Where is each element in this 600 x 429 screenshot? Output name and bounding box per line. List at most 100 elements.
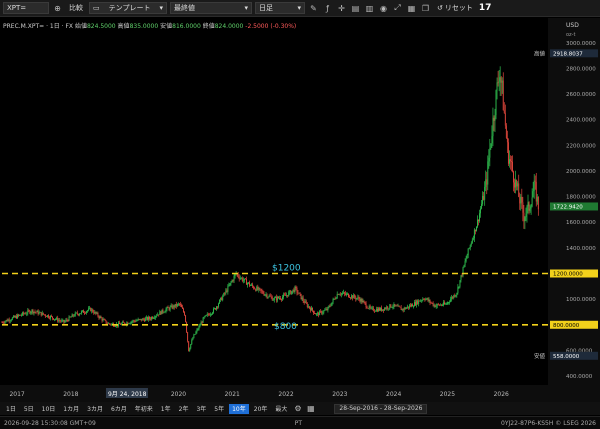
candle-body bbox=[468, 247, 470, 249]
candle-body bbox=[22, 312, 24, 315]
candle-body bbox=[46, 315, 48, 317]
candle-body bbox=[529, 208, 531, 211]
candle-body bbox=[305, 301, 307, 304]
candle-body bbox=[160, 311, 162, 315]
candle-body bbox=[277, 296, 279, 299]
candle-body bbox=[162, 309, 164, 313]
candle-body bbox=[201, 322, 203, 324]
candle-body bbox=[505, 125, 507, 138]
candle-body bbox=[70, 316, 72, 318]
candle-body bbox=[135, 320, 137, 322]
candle-body bbox=[183, 308, 184, 313]
x-tick-label: 2021 bbox=[225, 391, 240, 398]
candle-body bbox=[515, 179, 517, 188]
candle-body bbox=[295, 286, 297, 289]
candle-body bbox=[60, 320, 62, 322]
range-button-8[interactable]: 2年 bbox=[176, 404, 192, 414]
range-button-13[interactable]: 最大 bbox=[272, 404, 290, 414]
range-button-12[interactable]: 20年 bbox=[251, 404, 271, 414]
candle-body bbox=[240, 277, 242, 279]
candle-body bbox=[439, 304, 441, 306]
candle-body bbox=[2, 322, 4, 324]
candle-body bbox=[477, 219, 478, 227]
range-button-5[interactable]: 6カ月 bbox=[108, 404, 130, 414]
candle-body bbox=[181, 304, 182, 308]
candle-body bbox=[7, 319, 9, 322]
range-button-3[interactable]: 1カ月 bbox=[60, 404, 82, 414]
price-chart[interactable]: USDoz-t400.0000600.0000800.00001000.0000… bbox=[0, 0, 600, 402]
range-button-10[interactable]: 5年 bbox=[211, 404, 227, 414]
candle-body bbox=[214, 308, 215, 310]
candle-body bbox=[195, 331, 197, 335]
candle-body bbox=[90, 307, 92, 312]
candle-body bbox=[224, 293, 226, 294]
candle-body bbox=[537, 196, 539, 210]
candle-body bbox=[402, 308, 404, 311]
time-axis-panel bbox=[0, 385, 600, 402]
candle-body bbox=[193, 334, 195, 339]
candle-body bbox=[437, 304, 439, 305]
candle-body bbox=[497, 82, 499, 84]
settings-icon[interactable]: ⚙ bbox=[292, 403, 303, 414]
range-button-4[interactable]: 3カ月 bbox=[84, 404, 106, 414]
candle-body bbox=[459, 280, 461, 287]
candle-body bbox=[124, 322, 126, 325]
range-button-7[interactable]: 1年 bbox=[158, 404, 174, 414]
candle-body bbox=[104, 319, 106, 321]
candle-body bbox=[109, 323, 111, 325]
candle-body bbox=[243, 278, 245, 281]
candle-body bbox=[206, 314, 208, 316]
candle-body bbox=[379, 308, 380, 311]
candle-body bbox=[349, 297, 351, 298]
y-tick-label: 2200.0000 bbox=[566, 143, 596, 149]
candle-body bbox=[110, 323, 112, 325]
range-button-9[interactable]: 3年 bbox=[193, 404, 209, 414]
candle-body bbox=[344, 293, 346, 295]
candle-body bbox=[441, 305, 443, 306]
candle-body bbox=[174, 303, 176, 308]
candle-body bbox=[256, 286, 258, 291]
candle-body bbox=[531, 197, 533, 207]
range-button-1[interactable]: 5日 bbox=[21, 404, 37, 414]
range-button-6[interactable]: 年初来 bbox=[132, 404, 156, 414]
candle-body bbox=[30, 312, 32, 314]
candle-body bbox=[15, 316, 17, 319]
candle-body bbox=[370, 307, 372, 309]
candle-body bbox=[421, 300, 423, 302]
candle-body bbox=[152, 317, 154, 319]
date-range-field[interactable]: 28-Sep-2016 - 28-Sep-2026 bbox=[334, 403, 428, 414]
candle-body bbox=[274, 297, 276, 298]
candle-body bbox=[473, 229, 475, 239]
candle-body bbox=[311, 307, 313, 311]
candle-body bbox=[255, 289, 257, 291]
candle-body bbox=[336, 294, 338, 299]
candle-body bbox=[237, 274, 239, 277]
candle-body bbox=[390, 304, 392, 308]
y-tick-label: 1000.0000 bbox=[566, 297, 596, 303]
candle-body bbox=[50, 315, 51, 319]
candle-body bbox=[74, 312, 76, 316]
candle-body bbox=[427, 298, 429, 301]
candle-body bbox=[446, 303, 447, 305]
candle-body bbox=[54, 319, 56, 321]
candle-body bbox=[308, 306, 310, 309]
candle-body bbox=[228, 285, 230, 287]
candle-body bbox=[378, 308, 379, 312]
candle-body bbox=[352, 295, 354, 299]
candle-body bbox=[64, 321, 66, 323]
candle-body bbox=[442, 302, 444, 306]
candle-body bbox=[211, 312, 213, 314]
candle-body bbox=[35, 311, 37, 313]
candle-body bbox=[426, 298, 428, 300]
axis-scale: oz-t bbox=[566, 32, 575, 38]
candle-body bbox=[191, 340, 193, 345]
candle-body bbox=[482, 195, 484, 204]
range-button-2[interactable]: 10日 bbox=[39, 404, 59, 414]
candle-body bbox=[9, 320, 11, 322]
calendar-icon[interactable]: ▦ bbox=[305, 403, 316, 414]
range-button-0[interactable]: 1日 bbox=[3, 404, 19, 414]
candle-body bbox=[71, 314, 73, 317]
candle-body bbox=[132, 320, 134, 322]
range-button-11[interactable]: 10年 bbox=[229, 403, 249, 414]
candle-body bbox=[373, 310, 375, 312]
